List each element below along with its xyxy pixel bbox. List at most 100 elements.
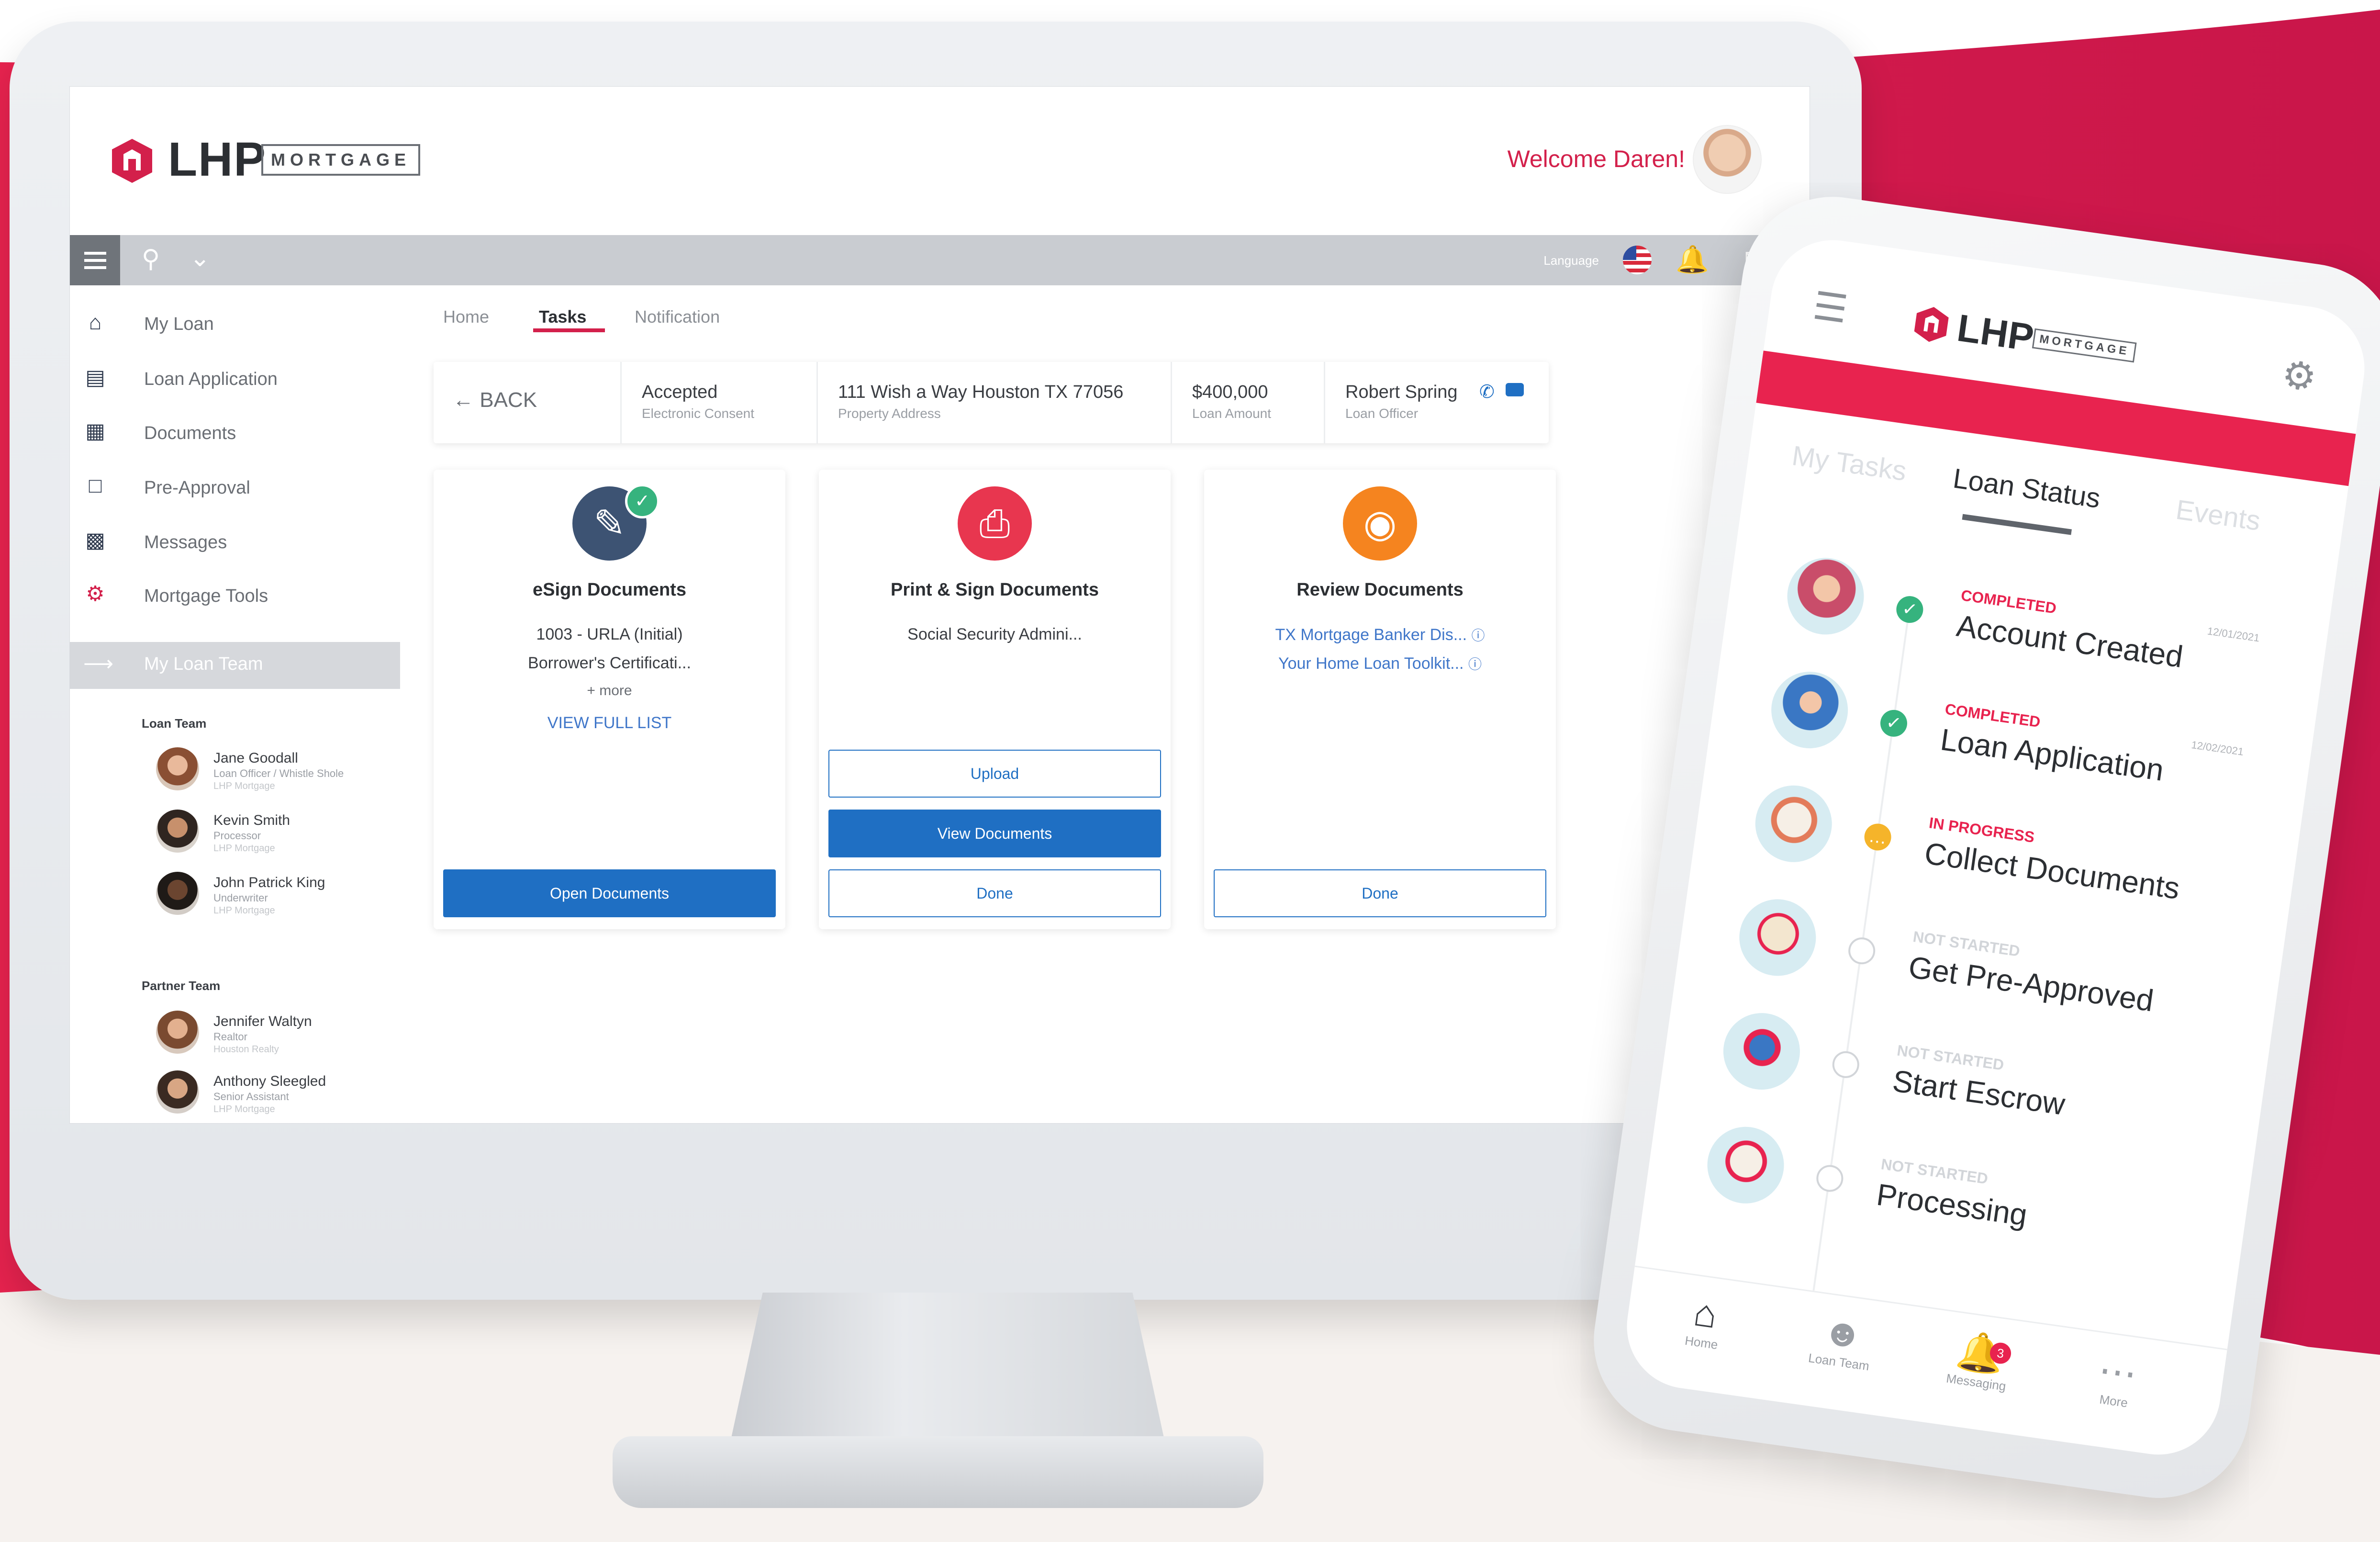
member-name: Jennifer Waltyn — [213, 1013, 312, 1029]
logo-text: LHP — [1955, 306, 2037, 360]
team-member[interactable]: Anthony Sleegled Senior Assistant LHP Mo… — [156, 1070, 386, 1118]
loan-info-bar: ← BACK Accepted Electronic Consent 111 W… — [434, 362, 1549, 443]
back-button[interactable]: ← BACK — [453, 388, 537, 412]
bell-icon[interactable]: 🔔 — [1676, 244, 1709, 275]
step-name: Get Pre-Approved — [1906, 949, 2156, 1018]
user-avatar[interactable] — [1693, 125, 1762, 194]
tab-home[interactable]: Home — [443, 307, 489, 327]
back-cell: ← BACK — [434, 362, 622, 443]
phone-icon[interactable]: ✆ — [1479, 381, 1495, 403]
member-role: Processor — [213, 830, 261, 842]
not-started-icon — [1831, 1049, 1861, 1080]
desktop-screen: LHP MORTGAGE Welcome Daren! ⚲ ⌄ Language… — [69, 86, 1810, 1124]
member-name: Anthony Sleegled — [213, 1073, 326, 1089]
clipboard-icon[interactable]: ▤ — [84, 367, 106, 389]
active-tab-indicator — [1962, 514, 2072, 535]
done-button[interactable]: Done — [828, 869, 1161, 917]
address-label: Property Address — [838, 406, 941, 421]
nav-messaging[interactable]: 🔔 3 Messaging — [1928, 1324, 2031, 1396]
sidebar-item-loan-application[interactable]: Loan Application — [144, 369, 278, 390]
review-card: ◉ Review Documents TX Mortgage Banker Di… — [1204, 470, 1556, 929]
info-icon[interactable]: ⓘ — [1468, 657, 1482, 672]
step-date: 12/01/2021 — [2206, 625, 2261, 644]
document-line: Borrower's Certificati... — [528, 654, 691, 672]
file-icon[interactable]: □ — [84, 475, 106, 497]
upload-button[interactable]: Upload — [828, 750, 1161, 798]
member-company: LHP Mortgage — [213, 781, 275, 791]
document-link-label: Your Home Loan Toolkit... — [1278, 654, 1464, 673]
sidebar-item-my-loan-team[interactable]: ⟶ My Loan Team — [70, 642, 400, 689]
avatar — [156, 1070, 199, 1114]
tab-my-tasks[interactable]: My Tasks — [1790, 439, 1909, 487]
loan-team-title: Loan Team — [142, 716, 207, 731]
document-line: 1003 - URLA (Initial) — [536, 625, 683, 643]
application-illustration-icon — [1766, 666, 1853, 754]
flag-icon[interactable] — [1623, 246, 1652, 274]
document-link[interactable]: Your Home Loan Toolkit... ⓘ — [1204, 654, 1556, 673]
menu-icon[interactable]: ☰ — [1810, 283, 1850, 332]
info-icon[interactable]: ⓘ — [1472, 628, 1485, 643]
language-label: Language — [1543, 253, 1599, 268]
officer-cell: Robert Spring Loan Officer ✆ — [1324, 362, 1549, 443]
team-member[interactable]: Jane Goodall Loan Officer / Whistle Shol… — [156, 747, 386, 795]
document-line: Social Security Admini... — [907, 625, 1082, 643]
tab-tasks[interactable]: Tasks — [539, 307, 586, 327]
view-full-list-link[interactable]: VIEW FULL LIST — [434, 714, 785, 732]
step-name: Collect Documents — [1922, 835, 2182, 906]
nav-loan-team[interactable]: ☻ Loan Team — [1790, 1305, 1893, 1376]
officer-value: Robert Spring — [1345, 382, 1458, 402]
tools-icon[interactable]: ⚙ — [84, 583, 106, 605]
search-icon[interactable]: ⚲ — [142, 245, 160, 273]
nav-more[interactable]: ⋯ More — [2065, 1343, 2168, 1416]
consent-value: Accepted — [642, 382, 718, 402]
sidebar-item-mortgage-tools[interactable]: Mortgage Tools — [144, 586, 268, 607]
account-illustration-icon — [1782, 553, 1869, 640]
sidebar-item-messages[interactable]: Messages — [144, 532, 227, 553]
not-started-icon — [1846, 935, 1877, 966]
logo-badge: MORTGAGE — [2032, 328, 2137, 363]
sidebar-item-pre-approval[interactable]: Pre-Approval — [144, 478, 250, 498]
nav-home[interactable]: ⌂ Home — [1653, 1285, 1756, 1357]
member-role: Senior Assistant — [213, 1091, 289, 1103]
team-member[interactable]: John Patrick King Underwriter LHP Mortga… — [156, 872, 386, 920]
bottom-nav: ⌂ Home ☻ Loan Team 🔔 3 Messaging ⋯ More — [1619, 1265, 2227, 1463]
team-member[interactable]: Kevin Smith Processor LHP Mortgage — [156, 810, 386, 857]
view-documents-button[interactable]: View Documents — [828, 810, 1161, 857]
tab-loan-status[interactable]: Loan Status — [1951, 462, 2102, 515]
escrow-illustration-icon — [1718, 1008, 1805, 1095]
sidebar-item-my-loan[interactable]: My Loan — [144, 314, 214, 335]
message-icon[interactable] — [1506, 383, 1524, 396]
logo-badge: MORTGAGE — [261, 144, 420, 176]
document-link[interactable]: TX Mortgage Banker Dis... ⓘ — [1204, 625, 1556, 644]
document-link-label: TX Mortgage Banker Dis... — [1275, 626, 1467, 644]
home-icon[interactable]: ⌂ — [84, 312, 106, 334]
avatar — [156, 1011, 199, 1054]
print-sign-card: ⎙ Print & Sign Documents Social Security… — [819, 470, 1171, 929]
gear-icon[interactable]: ⚙ — [2279, 351, 2319, 400]
documents-icon[interactable]: ▦ — [84, 420, 106, 442]
logo-mark-icon — [112, 139, 152, 183]
logo-text: LHP — [168, 133, 267, 186]
tab-notification[interactable]: Notification — [635, 307, 720, 327]
step-name: Start Escrow — [1890, 1063, 2067, 1122]
card-title: Review Documents — [1296, 580, 1464, 600]
open-documents-button[interactable]: Open Documents — [443, 869, 776, 917]
partner-team-title: Partner Team — [142, 979, 221, 993]
chevron-down-icon[interactable]: ⌄ — [190, 244, 211, 272]
more-indicator: + more — [587, 683, 632, 698]
loan-amount-label: Loan Amount — [1192, 406, 1272, 421]
sidebar-item-documents[interactable]: Documents — [144, 423, 236, 444]
in-progress-icon: … — [1862, 822, 1893, 853]
tab-events[interactable]: Events — [2174, 494, 2262, 537]
officer-label: Loan Officer — [1345, 406, 1419, 421]
arrow-left-icon: ← — [453, 388, 474, 412]
completed-check-icon: ✓ — [1894, 594, 1925, 625]
messages-icon[interactable]: ▩ — [84, 529, 106, 552]
monitor-stand-neck — [727, 1293, 1168, 1455]
team-member[interactable]: Jennifer Waltyn Realtor Houston Realty — [156, 1011, 386, 1058]
done-button[interactable]: Done — [1214, 869, 1546, 917]
consent-label: Electronic Consent — [642, 406, 755, 421]
app-header: LHP MORTGAGE Welcome Daren! — [70, 87, 1810, 235]
member-name: Kevin Smith — [213, 812, 291, 828]
menu-icon[interactable] — [70, 235, 120, 285]
